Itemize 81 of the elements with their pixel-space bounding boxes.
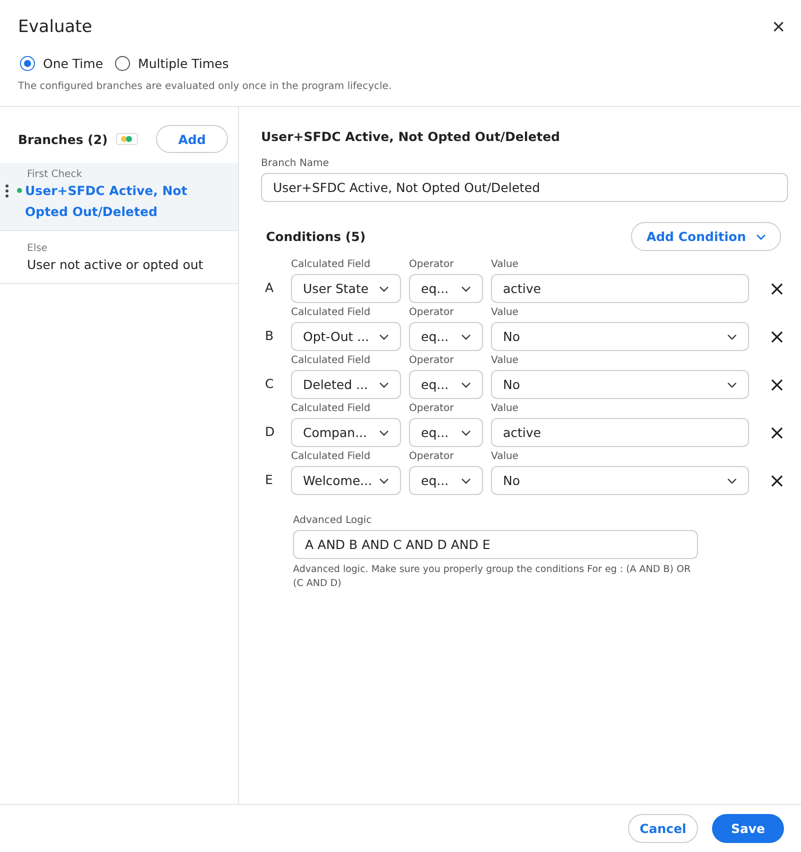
chevron-icon (727, 334, 737, 340)
field-label: Calculated Field (291, 451, 372, 462)
chevron-icon (727, 478, 737, 484)
field-label: Operator (409, 307, 455, 318)
close-icon[interactable] (771, 379, 783, 391)
condition-letter: C (264, 376, 275, 393)
add-condition-button[interactable]: Add Condition (631, 222, 781, 251)
chevron-icon (461, 478, 471, 484)
condition-letter: E (264, 472, 274, 489)
field-label: Value (491, 451, 520, 462)
chevron-icon (379, 334, 389, 340)
chevron-icon (379, 430, 389, 436)
field-label: Operator (409, 355, 455, 366)
close-icon[interactable] (771, 331, 783, 343)
chevron-icon (727, 382, 737, 388)
value-field[interactable]: active (491, 418, 749, 447)
branches-title: Branches (2) (18, 132, 108, 146)
branch-heading: User+SFDC Active, Not Opted Out/Deleted (261, 129, 562, 144)
dots-icon (116, 133, 138, 145)
close-icon[interactable] (771, 427, 783, 439)
field-label: Calculated Field (291, 307, 372, 318)
branch-name: User+SFDC Active, Not Opted Out/Deleted (25, 182, 188, 221)
close-button[interactable]: × (768, 16, 789, 38)
field-select[interactable]: Deleted ... (291, 370, 401, 399)
radio-label: Multiple Times (138, 56, 229, 71)
field-label: Advanced Logic (293, 515, 373, 526)
branch-name: User not active or opted out (27, 256, 204, 274)
frequency-hint: The configured branches are evaluated only once in the program lifecycle. (17, 80, 393, 94)
value-field[interactable]: active (491, 274, 749, 303)
value-select[interactable]: No (491, 322, 749, 351)
close-icon[interactable] (771, 283, 783, 295)
branch-item[interactable]: Else User not active or opted out (0, 231, 238, 284)
branch-name-field[interactable]: User+SFDC Active, Not Opted Out/Deleted (261, 173, 788, 202)
chevron-icon (379, 478, 389, 484)
close-icon[interactable] (771, 475, 783, 487)
field-label: Calculated Field (291, 403, 372, 414)
field-label: Operator (409, 403, 455, 414)
radio-button[interactable] (20, 56, 35, 71)
condition-letter: A (264, 280, 275, 297)
advanced-logic-hint: Advanced logic. Make sure you properly group the conditions For eg : (A AND B) OR (C AND D) (293, 563, 692, 591)
field-label: Branch Name (261, 158, 330, 169)
chevron-icon (461, 286, 471, 292)
dialog-title: Evaluate (18, 17, 92, 37)
chevron-icon (379, 382, 389, 388)
condition-letter: D (264, 424, 276, 441)
branch-caption: First Check (26, 169, 83, 180)
field-select[interactable]: Compan... (291, 418, 401, 447)
branch-item[interactable]: First Check User+SFDC Active, Not Opted Out/Deleted (0, 163, 238, 231)
operator-select[interactable]: eq... (409, 322, 483, 351)
cancel-button[interactable]: Cancel (628, 814, 698, 843)
field-label: Value (491, 307, 520, 318)
field-label: Operator (409, 259, 455, 270)
chevron-icon (379, 286, 389, 292)
field-select[interactable]: Opt-Out ... (291, 322, 401, 351)
operator-select[interactable]: eq... (409, 418, 483, 447)
drag-handle-icon[interactable] (5, 184, 9, 198)
field-select[interactable]: User State (291, 274, 401, 303)
chevron-icon (461, 334, 471, 340)
operator-select[interactable]: eq... (409, 466, 483, 495)
condition-letter: B (264, 328, 275, 345)
radio-button[interactable] (115, 56, 130, 71)
field-label: Value (491, 403, 520, 414)
field-label: Value (491, 355, 520, 366)
field-label: Value (491, 259, 520, 270)
add-button[interactable]: Add (156, 125, 228, 153)
operator-select[interactable]: eq... (409, 274, 483, 303)
value-select[interactable]: No (491, 370, 749, 399)
field-select[interactable]: Welcome... (291, 466, 401, 495)
field-label: Calculated Field (291, 259, 372, 270)
chevron-icon (461, 382, 471, 388)
conditions-title: Conditions (5) (266, 229, 366, 244)
field-label: Calculated Field (291, 355, 372, 366)
chevron-icon (756, 234, 766, 240)
value-select[interactable]: No (491, 466, 749, 495)
advanced-logic-field[interactable]: A AND B AND C AND D AND E (293, 530, 698, 559)
field-label: Operator (409, 451, 455, 462)
radio-label: One Time (43, 56, 104, 71)
chevron-icon (461, 430, 471, 436)
branch-caption: Else (26, 242, 48, 254)
save-button[interactable]: Save (712, 814, 784, 843)
operator-select[interactable]: eq... (409, 370, 483, 399)
